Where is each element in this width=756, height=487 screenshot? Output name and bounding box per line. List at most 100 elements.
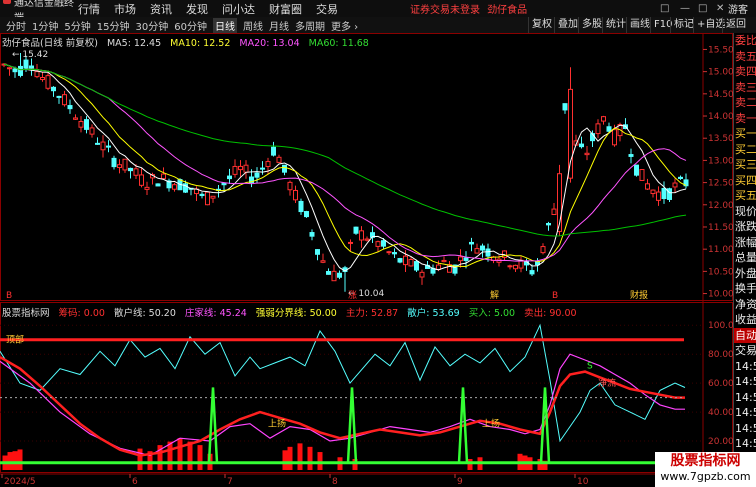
quote-panel-item: 总量 [735,251,756,264]
candle-body [29,65,34,69]
histogram-bar [17,449,23,470]
event-marker: 涨 [348,290,357,301]
quote-panel-item: 现价 [735,204,756,218]
indicator-tick-label: 40.00 [708,408,733,418]
candle-body [122,158,128,171]
candle-body [584,152,590,156]
indicator-label: 上扬 [268,418,286,430]
histogram-bar [282,450,288,470]
histogram-bar [7,452,13,470]
price-tick-label: 15.00 [708,68,733,78]
kline-chart[interactable]: 15.50 15.00 14.50 14.00 13.50 13.00 12.50 12.00… [0,0,733,487]
candle-body [579,143,584,148]
indicator-label: 上扬 [482,418,500,430]
quote-panel-item: 卖二 [735,96,756,109]
candle-body [161,173,166,180]
histogram-bar [307,446,313,470]
date-tick-label: 2024/5 [4,477,36,487]
candle-body [315,249,320,255]
histogram-bar [187,441,193,470]
quote-panel-item: 买三 [735,158,756,171]
quote-panel-item: 外盘 [735,266,756,280]
candle-body [227,175,232,180]
candle-body [463,257,469,261]
candle-body [45,75,51,89]
candle-body [205,191,210,206]
candle-body [529,270,535,275]
candle-body [210,195,216,199]
price-tick-label: 11.00 [708,245,733,255]
quote-panel-item: 买一 [735,127,756,140]
quote-panel-item: 委比 [735,34,756,47]
candle-body [7,67,12,70]
buy-signal-spike [207,387,219,463]
candle-body [656,191,661,201]
candle-body [458,256,463,262]
quote-panel-item: 净资 [735,297,756,311]
date-tick-label: 9 [457,477,463,487]
candle-body [40,77,45,81]
indicator-label: 顶部 [6,334,24,346]
quote-panel-item: 换手 [735,282,756,295]
candle-body [337,272,342,278]
candle-body [634,164,639,176]
candle-body [513,264,518,270]
candle-body [540,246,546,254]
quote-panel-item: 买四 [735,173,756,187]
candle-body [375,241,381,247]
candle-body [100,141,106,151]
candle-body [392,252,397,255]
candle-body [381,240,386,247]
candle-body [155,183,161,187]
sanhu-line [0,323,686,443]
main-plot-frame [0,33,733,301]
candle-body [612,129,617,146]
price-tick-label: 11.50 [708,223,733,233]
candle-body [546,223,551,226]
candle-body [595,123,601,135]
candle-body [469,241,474,245]
histogram-bar [12,451,18,470]
candle-body [73,117,78,120]
candle-body [601,116,606,122]
event-marker: B [6,291,12,301]
quote-panel-item: 买五 [735,189,756,202]
candle-body [117,164,122,168]
candle-body [348,241,353,244]
candle-body [386,251,392,254]
indicator-tick-label: 80.00 [708,350,733,360]
candle-body [133,168,139,176]
candle-body [568,88,573,179]
quote-panel-item[interactable]: 自动 [734,327,756,343]
candle-body [271,146,276,156]
candle-body [139,174,144,186]
candle-body [320,260,326,263]
candle-body [364,238,370,241]
candle-body [18,65,23,76]
quote-panel-item: 卖一 [735,111,756,125]
candle-body [331,270,337,282]
candle-body [480,245,485,251]
candle-body [221,182,227,186]
candle-body [23,59,29,69]
price-tick-label: 13.00 [708,156,733,166]
quote-panel-item: 涨跌 [735,220,756,233]
indicator-tick-label: 20.00 [708,437,733,447]
price-tick-label: 14.50 [708,90,733,100]
quote-panel-item: 涨幅 [735,235,756,249]
price-tick-label: 12.00 [708,201,733,211]
quote-panel-item: 收益 [735,313,756,326]
candle-body [51,86,56,92]
quote-panel: 委比 卖五 卖四 卖三 卖二 卖一 买一 买二 买三 买四 买五 现价 涨跌 涨幅 总量 外盘 换手 净资 收益 自动… [733,33,756,483]
candle-body [661,187,667,200]
event-marker: 财报 [630,289,648,301]
candle-body [232,165,238,175]
candle-body [650,189,656,195]
candle-body [507,265,513,268]
watermark-title: 股票指标网 [670,453,741,469]
candle-body [243,164,249,173]
event-marker: 解 [490,289,499,301]
watermark-url: www.7gpzb.com [660,470,751,483]
price-tick-label: 10.00 [708,290,733,300]
indicator-label: 净流 [598,377,616,389]
